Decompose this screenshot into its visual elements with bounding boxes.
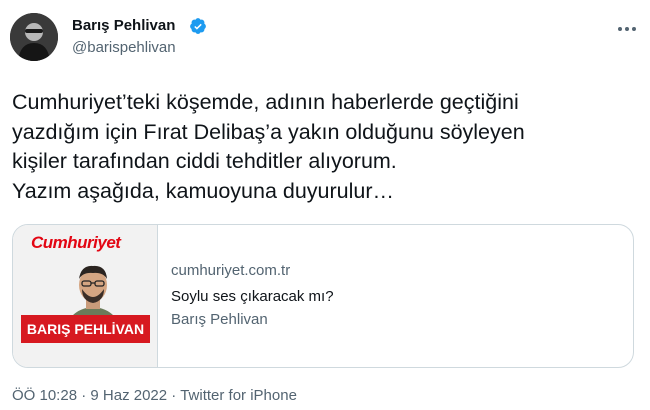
author-avatar[interactable] [10,13,58,61]
avatar-image [10,13,58,61]
more-options-icon [618,27,636,31]
card-title: Soylu ses çıkaracak mı? [171,288,334,305]
author-handle[interactable]: @barispehlivan [72,39,176,56]
card-description: Barış Pehlivan [171,311,268,328]
meta-separator: · [167,387,181,404]
verified-badge-icon [190,18,206,34]
tweet-source[interactable]: Twitter for iPhone [180,387,297,404]
tweet-date[interactable]: 9 Haz 2022 [90,387,167,404]
tweet-metadata: ÖÖ 10:28 · 9 Haz 2022 · Twitter for iPho… [12,387,297,404]
tweet-text: Cumhuriyet’teki köşemde, adının haberler… [12,88,642,206]
meta-separator: · [77,387,91,404]
author-name[interactable]: Barış Pehlivan [72,17,175,34]
card-domain: cumhuriyet.com.tr [171,262,291,279]
tweet-line: yazdığım için Fırat Delibaş’a yakın oldu… [12,119,525,144]
tweet-line: kişiler tarafından ciddi tehditler alıyo… [12,149,397,173]
tweet-line: Cumhuriyet’teki köşemde, adının haberler… [12,90,519,114]
card-thumbnail: Cumhuriyet BARIŞ PEHLİVAN [13,225,158,367]
tweet-line: Yazım aşağıda, kamuoyuna duyurulur… [12,178,395,203]
thumbnail-name-banner: BARIŞ PEHLİVAN [21,315,150,343]
tweet-time[interactable]: ÖÖ 10:28 [12,387,77,404]
thumbnail-brand-logo: Cumhuriyet [31,233,121,252]
more-options-button[interactable] [616,20,638,38]
link-preview-card[interactable]: Cumhuriyet BARIŞ PEHLİVAN cumhuriyet.com… [12,224,634,368]
